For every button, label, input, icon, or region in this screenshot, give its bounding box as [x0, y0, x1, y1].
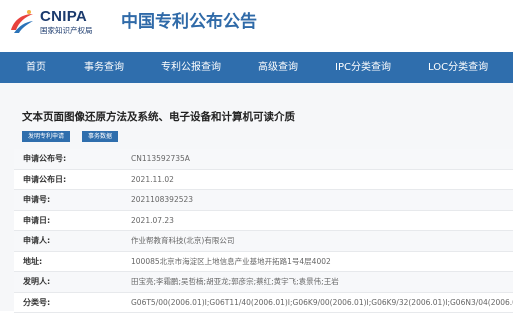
- row-label: 分类号:: [23, 293, 50, 313]
- brand: CNIPA 国家知识产权局: [40, 9, 93, 36]
- nav-item-ipc-query[interactable]: IPC分类查询: [335, 52, 391, 83]
- patent-type-button[interactable]: 发明专利申请: [22, 131, 70, 142]
- main-nav: 首页 事务查询 专利公报查询 高级查询 IPC分类查询 LOC分类查询: [0, 52, 513, 83]
- row-value: 2021108392523: [131, 190, 513, 210]
- site-header: CNIPA 国家知识产权局 中国专利公布公告: [0, 0, 513, 45]
- row-value: G06T5/00(2006.01)I;G06T11/40(2006.01)I;G…: [131, 293, 513, 313]
- row-label: 地址:: [23, 252, 42, 272]
- nav-item-gazette-query[interactable]: 专利公报查询: [161, 52, 221, 83]
- info-row-application-date: 申请日: 2021.07.23: [14, 211, 513, 232]
- info-row-application-number: 申请号: 2021108392523: [14, 190, 513, 211]
- info-row-inventors: 发明人: 田宝亮;李霜鹏;吴哲楠;胡亚龙;郭彦宗;蔡红;黄宇飞;袁景伟;王岩: [14, 272, 513, 293]
- info-row-address: 地址: 100085北京市海淀区上地信息产业基地开拓路1号4层4002: [14, 252, 513, 273]
- row-label: 申请公布日:: [23, 170, 66, 190]
- row-value: 2021.07.23: [131, 211, 513, 231]
- row-label: 申请公布号:: [23, 149, 66, 169]
- patent-detail-panel: 文本页面图像还原方法及系统、电子设备和计算机可读介质 发明专利申请 事务数据 申…: [0, 83, 513, 311]
- info-row-classification: 分类号: G06T5/00(2006.01)I;G06T11/40(2006.0…: [14, 293, 513, 313]
- row-label: 发明人:: [23, 272, 50, 292]
- nav-item-home[interactable]: 首页: [26, 52, 46, 83]
- info-row-applicant: 申请人: 作业帮教育科技(北京)有限公司: [14, 231, 513, 252]
- row-value: 作业帮教育科技(北京)有限公司: [131, 231, 513, 251]
- cnipa-logo-icon: [8, 8, 36, 36]
- row-value: 田宝亮;李霜鹏;吴哲楠;胡亚龙;郭彦宗;蔡红;黄宇飞;袁景伟;王岩: [131, 272, 513, 292]
- nav-item-advanced-query[interactable]: 高级查询: [258, 52, 298, 83]
- row-value: 2021.11.02: [131, 170, 513, 190]
- row-value: 100085北京市海淀区上地信息产业基地开拓路1号4层4002: [131, 252, 513, 272]
- row-label: 申请日:: [23, 211, 50, 231]
- row-label: 申请人:: [23, 231, 50, 251]
- patent-title: 文本页面图像还原方法及系统、电子设备和计算机可读介质: [22, 109, 295, 124]
- row-label: 申请号:: [23, 190, 50, 210]
- info-row-publication-date: 申请公布日: 2021.11.02: [14, 170, 513, 191]
- site-title: 中国专利公布公告: [121, 11, 257, 33]
- patent-info-table: 申请公布号: CN113592735A 申请公布日: 2021.11.02 申请…: [14, 149, 513, 313]
- row-value: CN113592735A: [131, 149, 513, 169]
- brand-name-cn: 国家知识产权局: [40, 26, 93, 36]
- transaction-data-button[interactable]: 事务数据: [82, 131, 118, 142]
- nav-item-transaction-query[interactable]: 事务查询: [84, 52, 124, 83]
- brand-name-en: CNIPA: [40, 9, 93, 24]
- nav-item-loc-query[interactable]: LOC分类查询: [428, 52, 488, 83]
- info-row-publication-number: 申请公布号: CN113592735A: [14, 149, 513, 170]
